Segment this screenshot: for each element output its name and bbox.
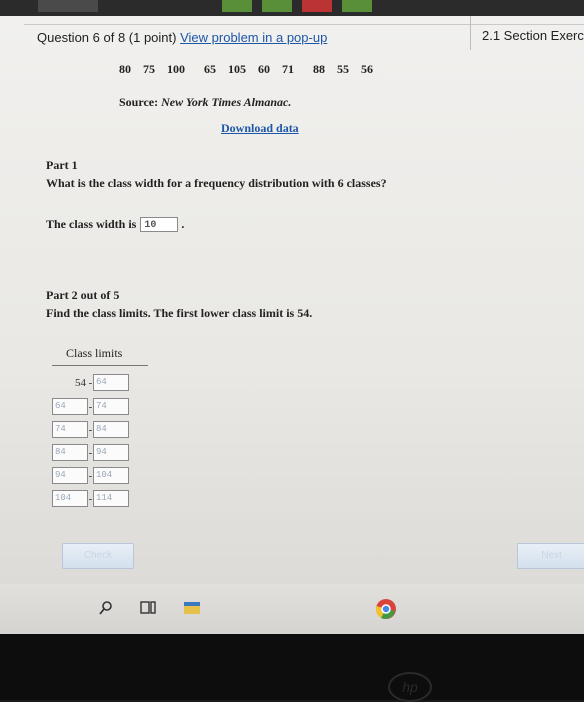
section-title: 2.1 Section Exerc xyxy=(482,28,584,43)
question-header: Question 6 of 8 (1 point) View problem i… xyxy=(37,30,327,45)
data-value: 75 xyxy=(143,62,155,76)
next-button[interactable]: Next xyxy=(517,543,584,569)
part2-title: Part 2 out of 5 xyxy=(46,288,120,302)
class-width-input[interactable]: 10 xyxy=(140,217,179,232)
lower-limit-input[interactable]: 94 xyxy=(52,467,88,484)
file-explorer-icon[interactable] xyxy=(182,598,202,618)
dataset-values: 80 75 100 65 105 60 71 88 55 56 xyxy=(119,62,382,77)
upper-limit-input[interactable]: 64 xyxy=(93,374,129,391)
lower-limit-input[interactable]: 74 xyxy=(52,421,88,438)
browser-tab[interactable] xyxy=(302,0,332,12)
data-value: 100 xyxy=(167,62,185,76)
monitor-bezel-bottom: hp xyxy=(0,634,584,702)
upper-limit-input[interactable]: 84 xyxy=(93,421,129,438)
data-value: 56 xyxy=(361,62,373,76)
part2-question: Find the class limits. The first lower c… xyxy=(46,306,313,320)
data-value: 55 xyxy=(337,62,349,76)
class-limit-row: 74 - 84 xyxy=(52,421,129,438)
class-limit-row: 84 - 94 xyxy=(52,444,129,461)
taskbar xyxy=(0,584,584,634)
popup-link[interactable]: View problem in a pop-up xyxy=(180,30,327,45)
hp-logo-icon: hp xyxy=(388,672,432,702)
chrome-icon[interactable] xyxy=(375,598,396,619)
class-width-suffix: . xyxy=(181,217,185,231)
part1-question: What is the class width for a frequency … xyxy=(46,176,387,190)
table-rule xyxy=(52,365,148,366)
lower-limit-input[interactable]: 64 xyxy=(52,398,88,415)
source-label: Source: xyxy=(119,95,159,109)
browser-tab[interactable] xyxy=(38,0,98,12)
data-value: 105 xyxy=(228,62,246,76)
upper-limit-input[interactable]: 74 xyxy=(93,398,129,415)
data-value: 60 xyxy=(258,62,270,76)
question-counter: Question 6 of 8 (1 point) xyxy=(37,30,177,45)
part1-title: Part 1 xyxy=(46,158,78,172)
screen: Question 6 of 8 (1 point) View problem i… xyxy=(0,16,584,600)
browser-tab[interactable] xyxy=(342,0,372,12)
browser-tab[interactable] xyxy=(262,0,292,12)
class-width-label: The class width is xyxy=(46,217,137,231)
data-value: 65 xyxy=(204,62,216,76)
data-value: 71 xyxy=(282,62,294,76)
data-value: 88 xyxy=(313,62,325,76)
class-limit-row: 104 - 114 xyxy=(52,490,129,507)
lower-limit-static: 54 xyxy=(75,376,86,389)
upper-limit-input[interactable]: 104 xyxy=(93,467,129,484)
header-separator xyxy=(470,16,471,50)
browser-tab[interactable] xyxy=(222,0,252,12)
class-limit-row: 54 - 64 xyxy=(52,374,129,391)
header-divider xyxy=(24,16,584,25)
source-line: Source: New York Times Almanac. xyxy=(119,95,291,110)
class-limits-header: Class limits xyxy=(66,346,123,360)
lower-limit-input[interactable]: 84 xyxy=(52,444,88,461)
lower-limit-input[interactable]: 104 xyxy=(52,490,88,507)
search-icon[interactable] xyxy=(96,598,116,618)
task-view-icon[interactable] xyxy=(138,598,158,618)
class-limit-row: 64 - 74 xyxy=(52,398,129,415)
upper-limit-input[interactable]: 94 xyxy=(93,444,129,461)
upper-limit-input[interactable]: 114 xyxy=(93,490,129,507)
download-data-link[interactable]: Download data xyxy=(221,121,299,136)
class-width-row: The class width is 10 . xyxy=(46,217,184,232)
class-limit-row: 94 - 104 xyxy=(52,467,129,484)
source-name: New York Times Almanac. xyxy=(161,95,292,109)
check-button[interactable]: Check xyxy=(62,543,134,569)
data-value: 80 xyxy=(119,62,131,76)
